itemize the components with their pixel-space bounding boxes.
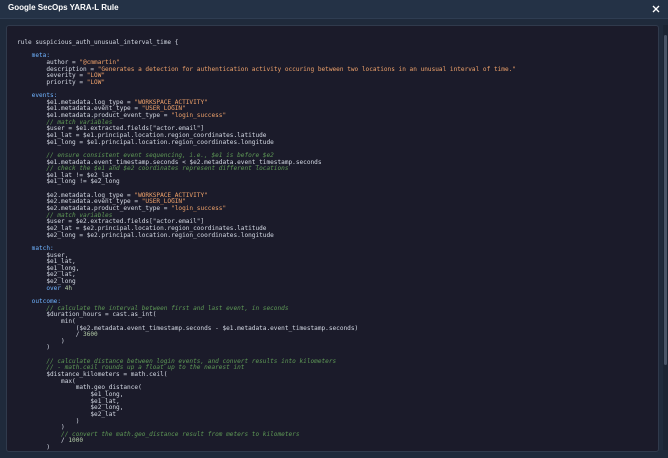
rule-source-code: rule suspicious_auth_unusual_interval_ti… (17, 39, 516, 452)
title-bar: Google SecOps YARA-L Rule (0, 0, 668, 19)
code-line: $e2_long (17, 278, 516, 286)
code-line: $e1_long, (17, 265, 516, 273)
code-token: "Generates a detection for authenticatio… (97, 65, 516, 73)
code-line: / 1000 (17, 438, 516, 445)
code-token: 1000 (68, 437, 84, 445)
code-line: $e1_long = $e1.principal.location.region… (17, 138, 516, 147)
code-token: over (17, 284, 65, 292)
code-line: priority = "LOW" (17, 78, 516, 87)
code-token: 3600 (83, 331, 98, 339)
code-line: // convert the math.geo_distance result … (17, 431, 516, 439)
code-line: $duration_hours = cast.as_int( (17, 311, 516, 319)
code-line: ) (17, 338, 516, 346)
code-token: $e1_long != $e2_long (17, 178, 120, 186)
code-editor[interactable]: rule suspicious_auth_unusual_interval_ti… (6, 25, 659, 452)
code-line: $e1_long != $e2_long (17, 179, 516, 186)
code-line: $e2_lat, (17, 272, 516, 279)
code-token: "LOW" (86, 78, 106, 86)
code-line: ) (17, 444, 516, 452)
rule-viewer-window: Google SecOps YARA-L Rule rule suspiciou… (0, 0, 668, 458)
code-line: ) (17, 418, 516, 426)
code-token: rule suspicious_auth_unusual_interval_ti… (17, 39, 179, 46)
code-line: match: (17, 245, 516, 253)
code-token: priority = (17, 78, 87, 86)
scrollbar-thumb[interactable] (664, 35, 667, 365)
code-line: over 4h (17, 284, 516, 293)
scrollbar[interactable] (663, 25, 668, 450)
code-token: $e1_long = $e1.principal.location.region… (17, 138, 274, 146)
code-token: $e2_long = $e2.principal.location.region… (17, 231, 274, 239)
code-token: "login_success" (171, 205, 227, 213)
code-token: 4h (64, 284, 73, 292)
code-line: / 3600 (17, 331, 516, 339)
close-icon[interactable] (650, 2, 662, 14)
window-title: Google SecOps YARA-L Rule (8, 3, 119, 12)
code-line: rule suspicious_auth_unusual_interval_ti… (17, 39, 516, 47)
code-token: "login_success" (171, 112, 227, 120)
code-line: ) (17, 345, 516, 352)
code-token: ) (17, 344, 51, 352)
code-line: $distance_kilometers = math.ceil( (17, 371, 516, 379)
code-line: $e2_lat (17, 411, 516, 419)
code-token: ) (17, 444, 51, 452)
code-line: $user, (17, 252, 516, 260)
code-line: $e1_lat, (17, 258, 516, 266)
code-line: $e2_long = $e2.principal.location.region… (17, 231, 516, 240)
